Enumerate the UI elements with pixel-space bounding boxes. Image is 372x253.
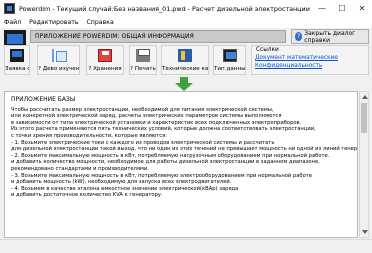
content-line: и добавить количество мощности, необходи… [11, 159, 320, 166]
tree-button[interactable]: ? Дево изучения [37, 45, 80, 75]
minimize-button[interactable]: — [312, 0, 332, 17]
data-type-label: Тип данных [214, 66, 246, 72]
close-button[interactable]: ✕ [352, 0, 372, 17]
data-type-button[interactable]: Тип данных [213, 45, 246, 75]
links-title: Ссылки [256, 47, 279, 53]
scroll-thumb[interactable] [361, 103, 367, 133]
content-line: и добавить мощность (kW), необходимую дл… [11, 179, 232, 186]
save-button[interactable]: ? Хранения [86, 45, 124, 75]
new-case-icon [10, 49, 24, 62]
content-line: и добавить достаточное количество KVA к … [11, 192, 163, 199]
help-content: ПРИЛОЖЕНИЕ БАЗЫ Чтобы рассчитать размер … [4, 91, 358, 238]
save-label: ? Хранения [88, 66, 122, 72]
status-bar [0, 239, 372, 253]
content-line: - 4. Возьмем в качестве эталона емкостно… [11, 185, 239, 192]
content-line: для дизельной электростанции такой выход… [11, 146, 358, 153]
menu-help[interactable]: Справка [82, 19, 117, 26]
printer-icon [136, 49, 150, 62]
data-type-icon [222, 49, 237, 62]
title-bar: Powerdim - Текущий случай:Без названия_0… [0, 0, 372, 17]
content-line: Из этого расчета применяются пять технич… [11, 126, 316, 133]
content-line: с точки зрения производительности, котор… [11, 132, 168, 139]
info-banner: ПРИЛОЖЕНИЕ POWERDIM: ОБЩАЯ ИНФОРМАЦИЯ [30, 30, 286, 43]
links-panel: Ссылки Документ математические Конфиденц… [251, 45, 369, 75]
scroll-down-icon[interactable] [362, 230, 368, 234]
help-icon: ? [295, 32, 303, 41]
close-help-label: Закрыть диалог справки [304, 29, 356, 44]
menu-bar: Файл Редактировать Справка [0, 17, 372, 28]
tree-label: ? Дево изучения [38, 66, 80, 72]
print-button[interactable]: ? Печать [129, 45, 157, 75]
tree-icon [51, 49, 67, 62]
catalog-button[interactable]: Технические катт... [161, 45, 209, 75]
content-line: рекомендовано стандартами и производител… [11, 165, 149, 172]
print-label: ? Печать [130, 66, 156, 72]
new-case-button[interactable]: Заявка о [4, 45, 30, 75]
menu-file[interactable]: Файл [0, 19, 25, 26]
scroll-up-icon[interactable] [362, 95, 368, 99]
new-case-label: Заявка о [5, 66, 30, 72]
content-heading: ПРИЛОЖЕНИЕ БАЗЫ [11, 96, 76, 103]
vertical-scrollbar[interactable] [359, 91, 369, 238]
close-help-button[interactable]: ? Закрыть диалог справки [291, 29, 369, 44]
content-line: или конкретной электрической заряд, расч… [11, 113, 282, 120]
catalog-label: Технические катт... [162, 66, 209, 72]
menu-edit[interactable]: Редактировать [25, 19, 82, 26]
book-icon [178, 49, 192, 62]
window-controls: — ☐ ✕ [312, 0, 372, 17]
maximize-button[interactable]: ☐ [332, 0, 352, 17]
down-arrow-icon [175, 77, 193, 91]
save-icon [98, 49, 112, 62]
window-title: Powerdim - Текущий случай:Без названия_0… [19, 4, 310, 13]
privacy-link[interactable]: Конфиденциальность [255, 63, 365, 69]
math-doc-link[interactable]: Документ математические [255, 55, 365, 61]
app-icon [4, 3, 15, 14]
